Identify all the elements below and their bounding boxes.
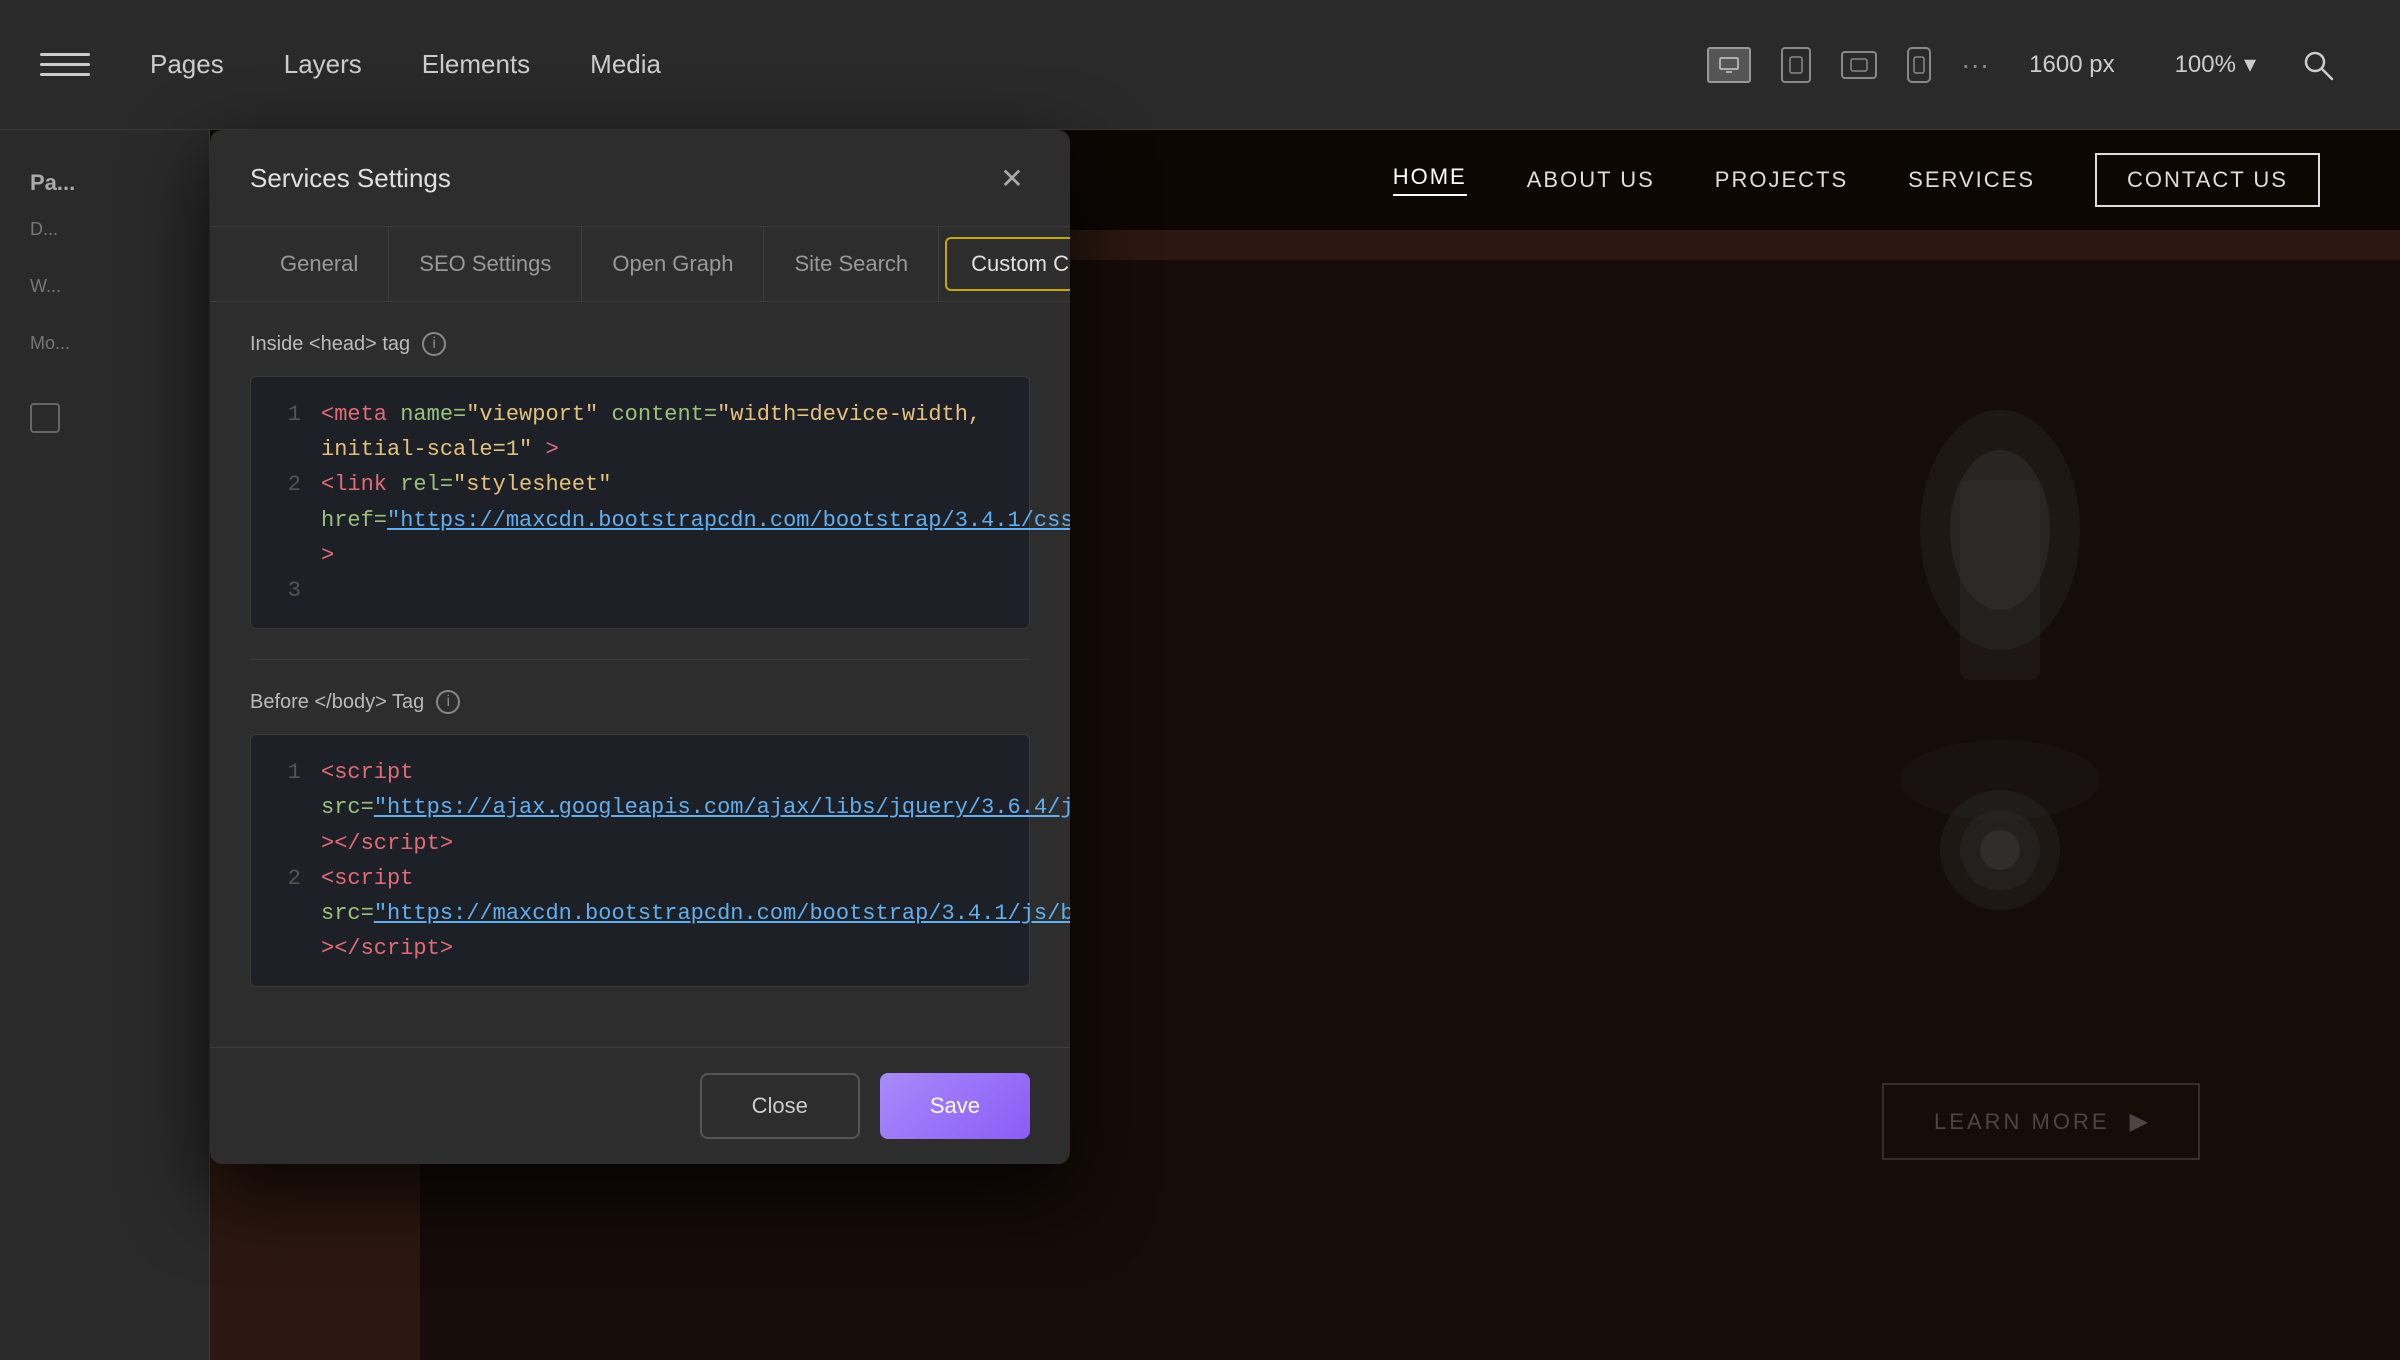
tab-site-search[interactable]: Site Search (764, 227, 939, 301)
tab-general[interactable]: General (250, 227, 389, 301)
body-code-line-2: 2 <script src="https://maxcdn.bootstrapc… (271, 861, 1009, 967)
sidebar-page-item[interactable] (30, 387, 179, 449)
sidebar-width: W... (30, 273, 179, 300)
head-code-line-3: 3 (271, 573, 1009, 608)
line-number-1: 1 (271, 397, 301, 467)
modal-close-button[interactable]: ✕ (994, 160, 1030, 196)
body-tag-label: Before </body> Tag i (250, 690, 1030, 714)
modal-title: Services Settings (250, 163, 451, 194)
device-tablet-landscape-icon[interactable] (1841, 51, 1877, 79)
zoom-control[interactable]: 100% ▾ (2175, 50, 2256, 79)
head-info-icon[interactable]: i (422, 332, 446, 356)
tab-custom-code[interactable]: Custom Code (945, 237, 1070, 291)
toolbar: Pages Layers Elements Media ··· 1600 px … (0, 0, 2400, 130)
page-icon (30, 403, 60, 433)
website-nav-home[interactable]: HOME (1393, 164, 1467, 196)
website-nav-about[interactable]: ABOUT US (1527, 167, 1655, 193)
more-devices-icon[interactable]: ··· (1961, 49, 1989, 81)
head-code-line-2: 2 <link rel="stylesheet" href="https://m… (271, 467, 1009, 573)
modal-tabs: General SEO Settings Open Graph Site Sea… (210, 227, 1070, 302)
head-tag-label: Inside <head> tag i (250, 332, 1030, 356)
head-line-1-content: <meta name="viewport" content="width=dev… (321, 397, 1009, 467)
modal-footer: Close Save (210, 1047, 1070, 1164)
nav-pages[interactable]: Pages (150, 39, 224, 90)
body-info-icon[interactable]: i (436, 690, 460, 714)
close-button[interactable]: Close (700, 1073, 860, 1139)
toolbar-nav: Pages Layers Elements Media (150, 39, 1707, 90)
device-tablet-icon[interactable] (1781, 47, 1811, 83)
website-nav-services[interactable]: SERVICES (1908, 167, 2035, 193)
zoom-chevron-icon: ▾ (2244, 50, 2256, 79)
canvas-width: 1600 px (2029, 51, 2114, 79)
nav-media[interactable]: Media (590, 39, 661, 90)
line-number-2: 2 (271, 467, 301, 573)
website-nav-projects[interactable]: PROJECTS (1715, 167, 1848, 193)
device-icons: ··· (1707, 47, 1989, 83)
tab-seo-settings[interactable]: SEO Settings (389, 227, 582, 301)
hamburger-menu[interactable] (40, 45, 90, 85)
save-button[interactable]: Save (880, 1073, 1030, 1139)
device-mobile-icon[interactable] (1907, 47, 1931, 83)
device-desktop-icon[interactable] (1707, 47, 1751, 83)
body-code-editor[interactable]: 1 <script src="https://ajax.googleapis.c… (250, 734, 1030, 987)
body-tag-text: Before </body> Tag (250, 691, 424, 714)
nav-layers[interactable]: Layers (284, 39, 362, 90)
nav-elements[interactable]: Elements (422, 39, 530, 90)
head-code-editor[interactable]: 1 <meta name="viewport" content="width=d… (250, 376, 1030, 629)
line-number-3: 3 (271, 573, 301, 608)
section-divider (250, 659, 1030, 660)
body-line-number-1: 1 (271, 755, 301, 861)
services-settings-modal: Services Settings ✕ General SEO Settings… (210, 130, 1070, 1164)
body-line-number-2: 2 (271, 861, 301, 967)
body-line-1-content: <script src="https://ajax.googleapis.com… (321, 755, 1070, 861)
head-line-3-content (321, 573, 1009, 608)
head-line-2-content: <link rel="stylesheet" href="https://max… (321, 467, 1070, 573)
modal-body: Inside <head> tag i 1 <meta name="viewpo… (210, 302, 1070, 1047)
body-code-line-1: 1 <script src="https://ajax.googleapis.c… (271, 755, 1009, 861)
tab-open-graph[interactable]: Open Graph (582, 227, 764, 301)
sidebar-pages-label: Pa... (30, 170, 179, 196)
body-line-2-content: <script src="https://maxcdn.bootstrapcdn… (321, 861, 1070, 967)
website-nav-contact[interactable]: CONTACT US (2095, 153, 2320, 207)
modal-header: Services Settings ✕ (210, 130, 1070, 227)
sidebar-desc: D... (30, 216, 179, 243)
zoom-value: 100% (2175, 51, 2236, 79)
left-sidebar: Pa... D... W... Mo... (0, 130, 210, 1360)
sidebar-more: Mo... (30, 330, 179, 357)
head-code-line-1: 1 <meta name="viewport" content="width=d… (271, 397, 1009, 467)
search-button[interactable] (2296, 43, 2340, 87)
head-tag-text: Inside <head> tag (250, 333, 410, 356)
